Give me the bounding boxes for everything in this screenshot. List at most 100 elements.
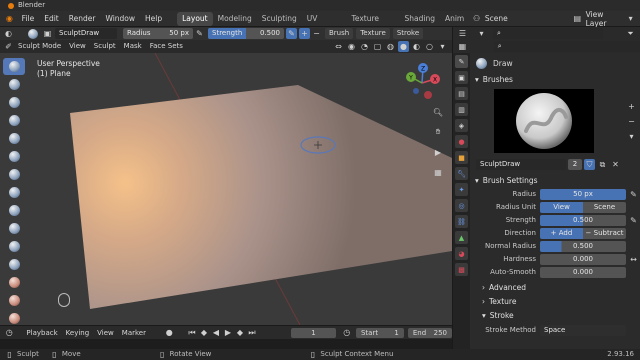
texture-menu[interactable]: Texture <box>356 28 390 39</box>
menu-sculpt[interactable]: Sculpt <box>90 40 120 53</box>
overlay-icon[interactable]: ◔ <box>359 41 370 52</box>
tool-flatten[interactable] <box>3 238 25 255</box>
brush-specials-icon[interactable]: ▾ <box>626 131 637 142</box>
symmetry-icon[interactable]: ⇔ <box>333 41 344 52</box>
menu-edit[interactable]: Edit <box>39 11 64 27</box>
tab-world[interactable]: ● <box>455 135 468 148</box>
menu-window[interactable]: Window <box>100 11 140 27</box>
strength-pressure-icon[interactable]: ✎ <box>286 28 297 39</box>
tool-scrape[interactable] <box>3 274 25 291</box>
tab-object[interactable]: ■ <box>455 151 468 164</box>
tool-smooth[interactable] <box>3 220 25 237</box>
timeline-view-menu[interactable]: View <box>93 326 118 340</box>
tab-view-layer[interactable]: ▥ <box>455 103 468 116</box>
shading-wireframe-icon[interactable]: ◍ <box>385 41 396 52</box>
menu-render[interactable]: Render <box>64 11 101 27</box>
radius-pressure-toggle-icon[interactable]: ✎ <box>628 189 639 200</box>
pan-hand-icon[interactable]: ✋︎ <box>431 125 445 139</box>
tool-blob[interactable] <box>3 184 25 201</box>
jump-prev-key-icon[interactable]: ◆ <box>198 327 209 338</box>
menu-file[interactable]: File <box>17 11 40 27</box>
tab-constraints[interactable]: ⛓︎ <box>455 215 468 228</box>
tab-physics[interactable]: ◎ <box>455 199 468 212</box>
tool-crease[interactable] <box>3 202 25 219</box>
gizmo-neg-y-icon[interactable] <box>424 91 432 99</box>
unlink-brush-icon[interactable]: ✕ <box>610 159 621 170</box>
radius-prop-field[interactable]: 50 px <box>540 188 626 200</box>
menu-view[interactable]: View <box>65 40 90 53</box>
tool-grab[interactable] <box>3 292 25 309</box>
gizmo-neg-z-icon[interactable] <box>413 88 419 94</box>
brush-datablock-name[interactable]: SculptDraw <box>476 159 566 170</box>
view-layer-name[interactable]: View Layer <box>586 10 626 28</box>
tool-inflate[interactable] <box>3 166 25 183</box>
advanced-panel-header[interactable]: › Advanced <box>470 281 640 295</box>
tool-layer[interactable] <box>3 148 25 165</box>
strength-prop-field[interactable]: 0.500 <box>540 214 626 226</box>
tab-uv-editing[interactable]: UV Editing <box>302 12 347 37</box>
camera-icon[interactable]: ▶ <box>431 145 445 159</box>
tab-layout[interactable]: Layout <box>177 11 213 26</box>
menu-help[interactable]: Help <box>140 11 167 27</box>
tab-texture[interactable]: ▩ <box>455 263 468 276</box>
direction-add-button[interactable]: + Add <box>540 227 583 239</box>
mode-selector[interactable]: Sculpt Mode <box>14 40 65 53</box>
properties-editor-icon[interactable]: ▦ <box>457 41 468 52</box>
outliner-editor-icon[interactable]: ☰ <box>457 28 468 39</box>
view-layer-icon[interactable]: ▤ <box>572 13 583 24</box>
tool-clay-thumb[interactable] <box>3 130 25 147</box>
shading-solid-icon[interactable]: ● <box>398 41 409 52</box>
brush-thumbnail[interactable] <box>494 89 594 153</box>
stroke-method-select[interactable]: Space <box>540 324 626 336</box>
radius-pressure-icon[interactable]: ✎ <box>194 28 205 39</box>
radius-slider[interactable]: Radius 50 px <box>123 28 193 39</box>
tab-texture-paint[interactable]: Texture Paint <box>347 12 400 37</box>
menu-mask[interactable]: Mask <box>120 40 146 53</box>
tab-shading[interactable]: Shading <box>400 12 440 26</box>
shading-options-icon[interactable]: ▾ <box>437 41 448 52</box>
keying-menu[interactable]: Keying <box>62 326 94 340</box>
radius-unit-view-button[interactable]: View <box>540 201 583 213</box>
duplicate-brush-icon[interactable]: ⧉ <box>597 159 608 170</box>
tab-modeling[interactable]: Modeling <box>213 12 257 26</box>
normal-radius-field[interactable]: 0.500 <box>540 240 626 252</box>
display-mode-icon[interactable]: ▾ <box>476 28 487 39</box>
scene-name[interactable]: Scene <box>485 14 572 23</box>
stroke-menu[interactable]: Stroke <box>392 28 424 39</box>
zoom-icon[interactable]: 🔍︎ <box>431 105 445 119</box>
brush-browse-icon[interactable]: ▣ <box>42 28 53 39</box>
hardness-invert-icon[interactable]: ↔ <box>628 254 639 265</box>
tab-animation[interactable]: Anim <box>440 12 469 26</box>
brush-name-field[interactable]: SculptDraw <box>55 28 117 39</box>
tool-fill[interactable] <box>3 256 25 273</box>
outliner-search-input[interactable]: ⌕ <box>493 28 603 39</box>
shading-material-icon[interactable]: ◐ <box>411 41 422 52</box>
jump-next-key-icon[interactable]: ◆ <box>234 327 245 338</box>
direction-subtract-icon[interactable]: − <box>311 28 322 39</box>
brush-remove-icon[interactable]: − <box>626 116 637 127</box>
tab-scene[interactable]: ◈ <box>455 119 468 132</box>
menu-face-sets[interactable]: Face Sets <box>146 40 187 53</box>
hardness-field[interactable]: 0.000 <box>540 253 626 265</box>
brush-users-count[interactable]: 2 <box>568 159 582 170</box>
tool-clay[interactable] <box>3 94 25 111</box>
properties-search-input[interactable]: ⌕ <box>493 41 640 52</box>
play-icon[interactable]: ▶ <box>222 327 233 338</box>
texture-panel-header[interactable]: › Texture <box>470 295 640 309</box>
brush-menu[interactable]: Brush <box>325 28 354 39</box>
current-frame-field[interactable]: 1 <box>291 327 336 338</box>
tab-sculpting[interactable]: Sculpting <box>257 12 302 26</box>
tool-clay-strips[interactable] <box>3 112 25 129</box>
play-reverse-icon[interactable]: ◀ <box>210 327 221 338</box>
view-layer-browse-icon[interactable]: ▾ <box>625 13 636 24</box>
3d-viewport[interactable]: User Perspective (1) Plane X Z Y 🔍︎ ✋︎ ▶… <box>0 53 452 325</box>
preview-range-icon[interactable]: ◷ <box>342 327 352 338</box>
filter-icon[interactable]: ⏷ <box>625 28 636 39</box>
brushes-panel-header[interactable]: ▾ Brushes <box>470 73 640 87</box>
tab-tool[interactable]: ✎ <box>455 55 468 68</box>
xray-icon[interactable]: ▢ <box>372 41 383 52</box>
perspective-grid-icon[interactable]: ▦ <box>431 165 445 179</box>
tab-material[interactable]: ◕ <box>455 247 468 260</box>
tab-render[interactable]: ▣ <box>455 71 468 84</box>
visibility-icon[interactable]: ◉ <box>346 41 357 52</box>
